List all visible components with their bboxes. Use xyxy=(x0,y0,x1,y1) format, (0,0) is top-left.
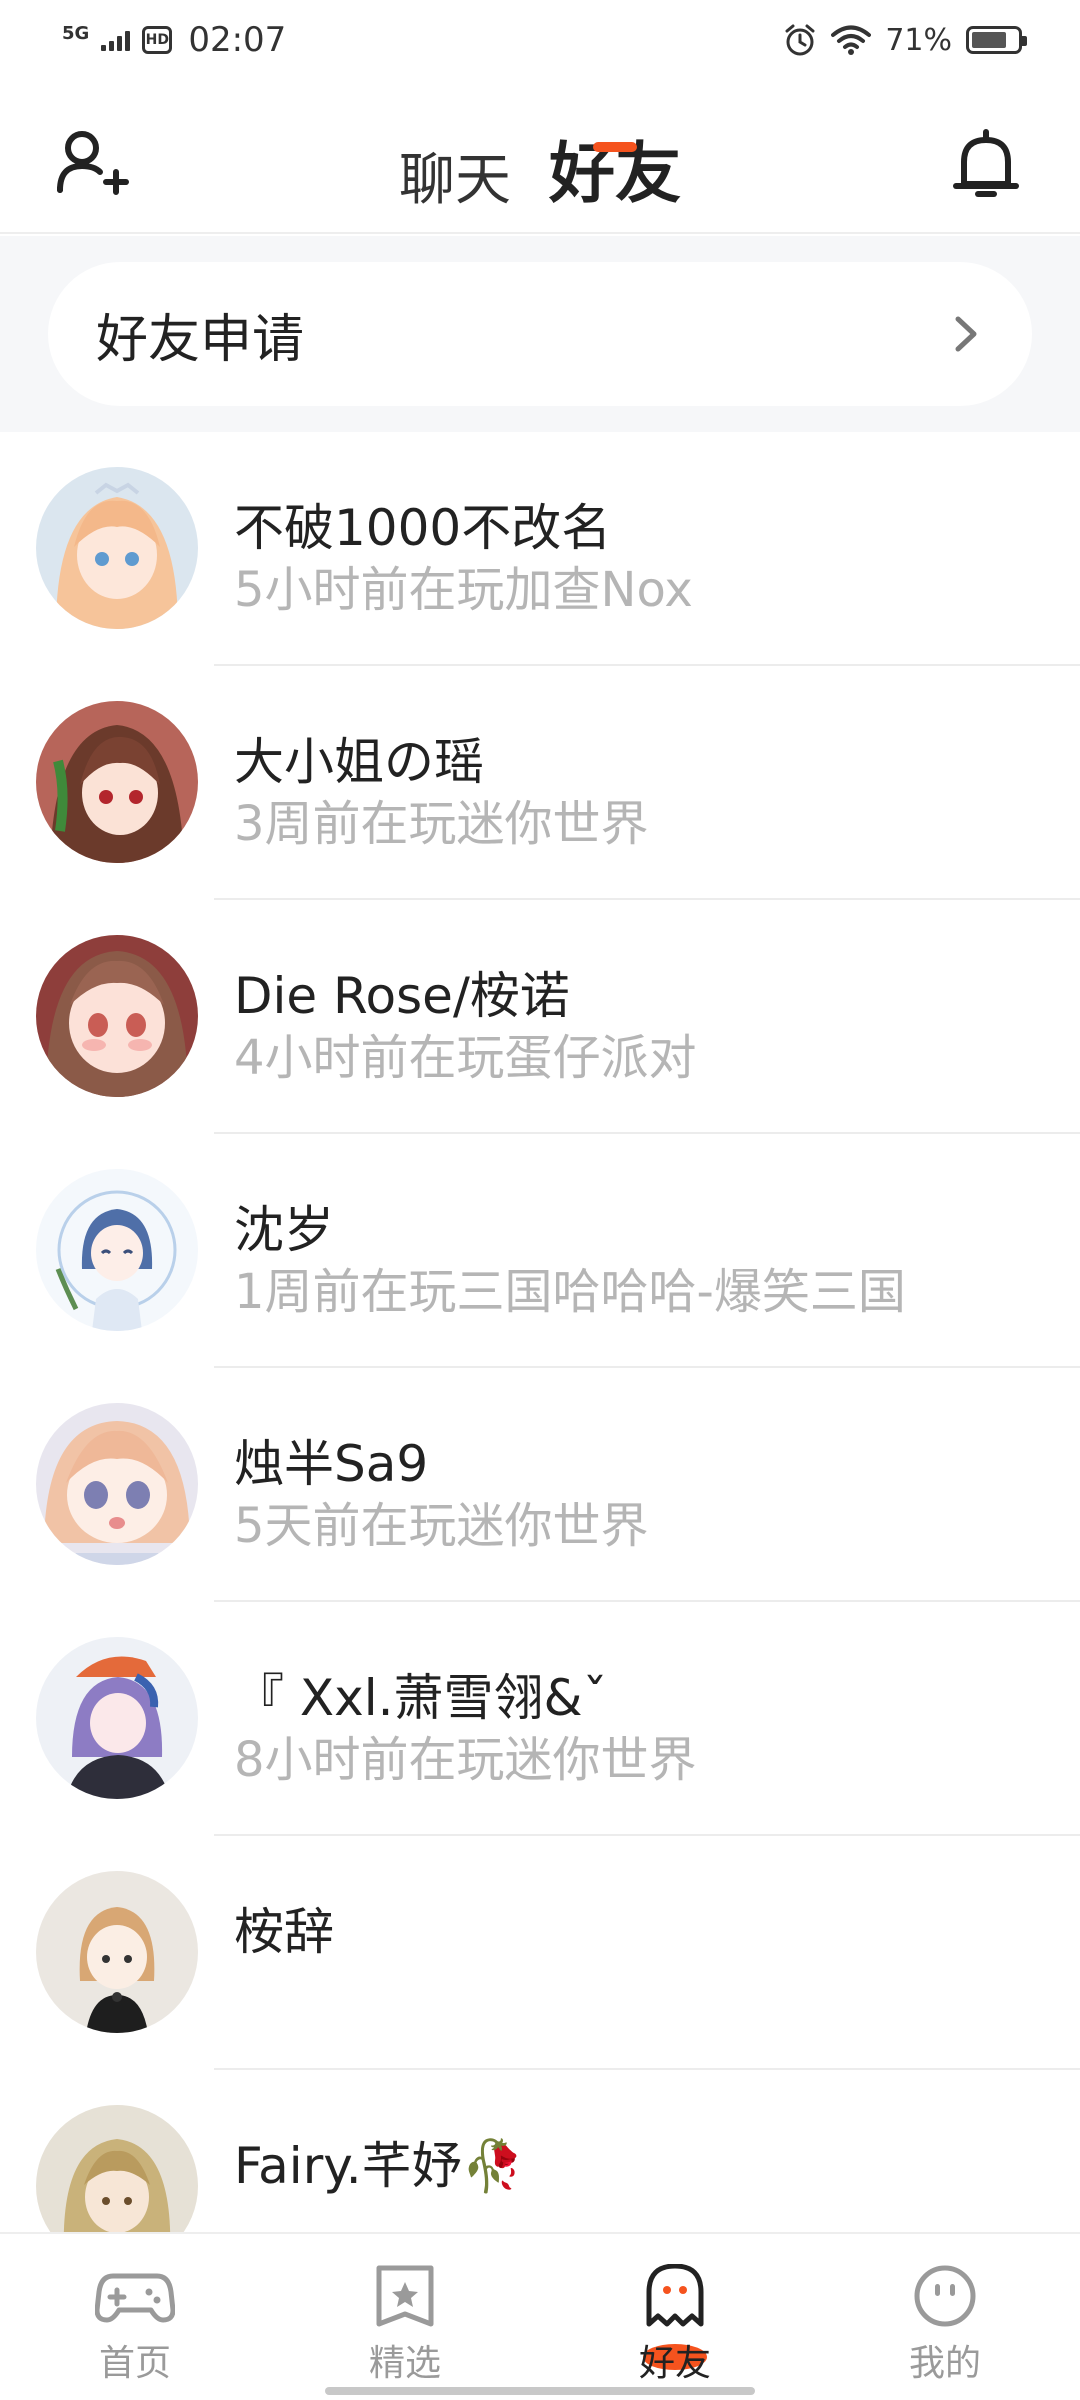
nav-home-label: 首页 xyxy=(98,2343,171,2384)
hd-badge: HD xyxy=(142,26,173,54)
avatar xyxy=(36,1637,198,1799)
nav-featured[interactable]: 精选 xyxy=(270,2234,540,2400)
home-indicator[interactable] xyxy=(325,2387,755,2395)
friend-activity: 8小时前在玩迷你世界 xyxy=(234,1732,697,1788)
friend-row[interactable]: 桉辞 xyxy=(0,1836,1080,2070)
bell-icon[interactable] xyxy=(946,124,1026,204)
avatar xyxy=(36,1169,198,1331)
avatar xyxy=(36,1871,198,2033)
friend-request-section: 好友申请 xyxy=(0,236,1080,432)
tab-friends[interactable]: 好友 xyxy=(545,120,685,216)
alarm-icon xyxy=(785,24,815,56)
status-bar: 5G HD 02:07 71% xyxy=(0,0,1080,82)
friend-request-button[interactable]: 好友申请 xyxy=(48,262,1032,406)
battery-percent: 71% xyxy=(885,22,952,58)
friend-row[interactable]: 烛半Sa9 5天前在玩迷你世界 xyxy=(0,1368,1080,1602)
smiley-icon xyxy=(914,2265,976,2327)
bottom-navigation: 首页 精选 好友 我的 xyxy=(0,2232,1080,2400)
friend-name: 桉辞 xyxy=(234,1903,334,1961)
wifi-icon xyxy=(831,25,872,55)
battery-icon xyxy=(966,26,1027,54)
top-header: 聊天 好友 xyxy=(0,82,1080,234)
avatar xyxy=(36,935,198,1097)
nav-me[interactable]: 我的 xyxy=(810,2234,1080,2400)
friend-activity: 5天前在玩迷你世界 xyxy=(234,1498,649,1554)
friend-row[interactable]: 不破1000不改名 5小时前在玩加查Nox xyxy=(0,432,1080,666)
friend-activity: 4小时前在玩蛋仔派对 xyxy=(234,1030,697,1086)
friend-row[interactable]: 『 Xxl.萧雪翎&ˇ 8小时前在玩迷你世界 xyxy=(0,1602,1080,1836)
friend-row[interactable]: Fairy.芊妤🥀 xyxy=(0,2070,1080,2232)
network-type: 5G xyxy=(62,23,90,44)
active-tab-indicator xyxy=(593,142,637,152)
tab-chat[interactable]: 聊天 xyxy=(395,135,515,216)
friend-name: Fairy.芊妤🥀 xyxy=(234,2137,524,2195)
friend-activity: 3周前在玩迷你世界 xyxy=(234,796,649,852)
nav-friends-label: 好友 xyxy=(638,2343,711,2384)
nav-home[interactable]: 首页 xyxy=(0,2234,270,2400)
avatar xyxy=(36,701,198,863)
ghost-icon xyxy=(646,2264,704,2327)
avatar xyxy=(36,467,198,629)
friend-list: 不破1000不改名 5小时前在玩加查Nox 大小姐の瑶 3周前在玩迷你世界 Di… xyxy=(0,432,1080,2232)
nav-friends[interactable]: 好友 xyxy=(540,2234,810,2400)
friend-request-label: 好友申请 xyxy=(96,309,305,370)
friend-row[interactable]: Die Rose/桉诺 4小时前在玩蛋仔派对 xyxy=(0,900,1080,1134)
chevron-right-icon xyxy=(955,316,977,352)
avatar xyxy=(36,1403,198,1565)
friend-activity: 5小时前在玩加查Nox xyxy=(234,562,693,618)
nav-me-label: 我的 xyxy=(908,2343,981,2384)
clock: 02:07 xyxy=(188,20,287,60)
avatar xyxy=(36,2105,198,2232)
friend-row[interactable]: 大小姐の瑶 3周前在玩迷你世界 xyxy=(0,666,1080,900)
friend-activity: 1周前在玩三国哈哈哈-爆笑三国 xyxy=(234,1264,906,1320)
gamepad-icon xyxy=(95,2273,175,2323)
nav-featured-label: 精选 xyxy=(368,2343,441,2384)
star-bookmark-icon xyxy=(376,2265,434,2327)
signal-icon xyxy=(101,29,131,51)
friend-row[interactable]: 沈岁 1周前在玩三国哈哈哈-爆笑三国 xyxy=(0,1134,1080,1368)
top-tabs: 聊天 好友 xyxy=(0,120,1080,216)
